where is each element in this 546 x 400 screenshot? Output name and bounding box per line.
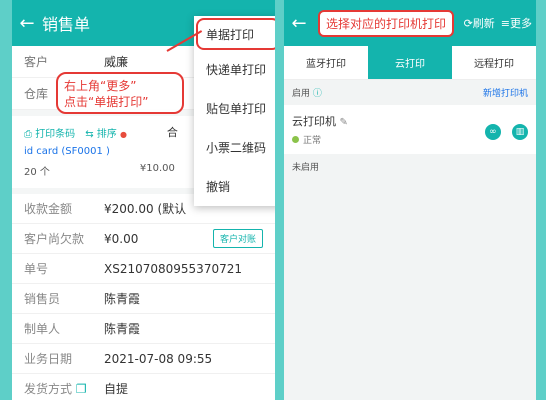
field-value: 陈青霞	[104, 292, 141, 306]
printer-status: 正常	[292, 133, 348, 146]
menu-item-document-print[interactable]: 单据打印	[196, 18, 275, 50]
field-label: 单号	[24, 262, 49, 276]
field-row: 销售员 陈青霞	[12, 284, 275, 314]
enabled-text: 启用	[292, 89, 311, 99]
print-tabs: 蓝牙打印 云打印 远程打印	[284, 46, 536, 80]
print-barcode-label: 打印条码	[35, 128, 76, 140]
back-button[interactable]: ←	[12, 13, 42, 34]
callout-line-1: 右上角“更多”	[64, 79, 137, 93]
callout-line-2: 点击“单据打印”	[64, 95, 149, 109]
more-menu: 单据打印 快递单打印 贴包单打印 小票二维码 撤销	[194, 16, 275, 206]
printer-name-row: 云打印机 ✎	[292, 113, 348, 129]
header-actions: ⟳刷新 ≡更多	[464, 15, 536, 31]
annotation-callout: 右上角“更多” 点击“单据打印”	[56, 72, 184, 114]
field-row: 单号 XS2107080955370721	[12, 254, 275, 284]
enabled-header: 启用 ⓘ 新增打印机	[284, 80, 536, 105]
field-value: ¥200.00 (默认	[104, 202, 187, 216]
disabled-label: 未启用	[292, 163, 320, 173]
field-label: 制单人	[24, 322, 61, 336]
copy-icon[interactable]: ❐	[76, 382, 87, 396]
menu-icon: ≡	[500, 17, 510, 30]
menu-item-express-print[interactable]: 快递单打印	[194, 50, 275, 89]
delete-icon[interactable]: ▥	[512, 124, 528, 140]
tab-bluetooth-print[interactable]: 蓝牙打印	[284, 46, 368, 79]
field-label: 收款金额	[24, 202, 73, 216]
field-label: 销售员	[24, 292, 61, 306]
field-row: 发货方式 ❐ 自提	[12, 374, 275, 400]
sort-label: 排序	[96, 128, 117, 140]
refresh-button[interactable]: ⟳刷新	[464, 15, 495, 31]
printer-info: 云打印机 ✎ 正常	[292, 113, 348, 146]
field-row: 业务日期 2021-07-08 09:55	[12, 344, 275, 374]
printer-item[interactable]: 云打印机 ✎ 正常 ∞ ▥	[284, 105, 536, 154]
field-label: 客户尚欠款	[24, 232, 85, 246]
enabled-label: 启用 ⓘ	[292, 86, 322, 99]
add-printer-link[interactable]: 新增打印机	[483, 86, 528, 99]
help-icon[interactable]: ⓘ	[313, 89, 322, 99]
order-fields: 收款金额 ¥200.00 (默认 客户尚欠款 ¥0.00 客户对账 单号 XS2…	[12, 194, 275, 400]
edit-icon[interactable]: ✎	[340, 117, 348, 128]
refresh-label: 刷新	[472, 17, 495, 30]
refresh-icon: ⟳	[463, 17, 473, 30]
right-screen: ← 选择对应的打印机打印 ⟳刷新 ≡更多 蓝牙打印 云打印 远程打印 启用 ⓘ …	[284, 0, 536, 400]
status-dot-icon	[292, 136, 299, 143]
customer-reconcile-button[interactable]: 客户对账	[212, 229, 263, 248]
total-label: 合	[166, 126, 178, 139]
menu-item-package-print[interactable]: 贴包单打印	[194, 89, 275, 128]
product-price: ¥10.00	[139, 163, 175, 174]
field-value: 自提	[104, 382, 129, 396]
field-value: XS2107080955370721	[104, 261, 242, 276]
field-value: 2021-07-08 09:55	[104, 351, 213, 366]
field-label: 业务日期	[24, 352, 73, 366]
printer-actions: ∞ ▥	[479, 119, 528, 140]
customer-value: 威廉	[104, 55, 129, 69]
more-label: 更多	[510, 17, 532, 30]
field-value: ¥0.00	[104, 231, 139, 246]
field-label: 发货方式 ❐	[24, 380, 104, 397]
shipping-method-label: 发货方式	[24, 382, 73, 396]
print-barcode-button[interactable]: ⎙ 打印条码	[24, 125, 75, 140]
more-button[interactable]: ≡更多	[501, 15, 532, 31]
product-qty: 20 个	[24, 167, 50, 178]
back-button[interactable]: ←	[284, 13, 314, 34]
page-title: 选择对应的打印机打印	[318, 9, 455, 37]
field-row: 制单人 陈青霞	[12, 314, 275, 344]
sort-dot-icon: ●	[119, 129, 127, 139]
printer-status-text: 正常	[303, 136, 322, 146]
printer-name: 云打印机	[292, 115, 336, 128]
sort-button[interactable]: ⇆ 排序 ●	[85, 125, 127, 140]
right-topbar: ← 选择对应的打印机打印 ⟳刷新 ≡更多	[284, 0, 536, 46]
tab-remote-print[interactable]: 远程打印	[452, 46, 536, 79]
field-value: 陈青霞	[104, 322, 141, 336]
link-icon[interactable]: ∞	[484, 124, 501, 140]
page-title: 销售单	[42, 15, 91, 34]
left-screen: ← 销售单 ❐复制 客户 威廉 仓库 ⎙ 打印条码 ⇆ 排序 ● 合 id ca…	[12, 0, 275, 400]
tab-cloud-print[interactable]: 云打印	[368, 46, 452, 79]
field-row: 客户尚欠款 ¥0.00 客户对账	[12, 224, 275, 254]
customer-label: 客户	[24, 55, 49, 69]
menu-item-revoke[interactable]: 撤销	[194, 167, 275, 206]
menu-item-receipt-qrcode[interactable]: 小票二维码	[194, 128, 275, 167]
